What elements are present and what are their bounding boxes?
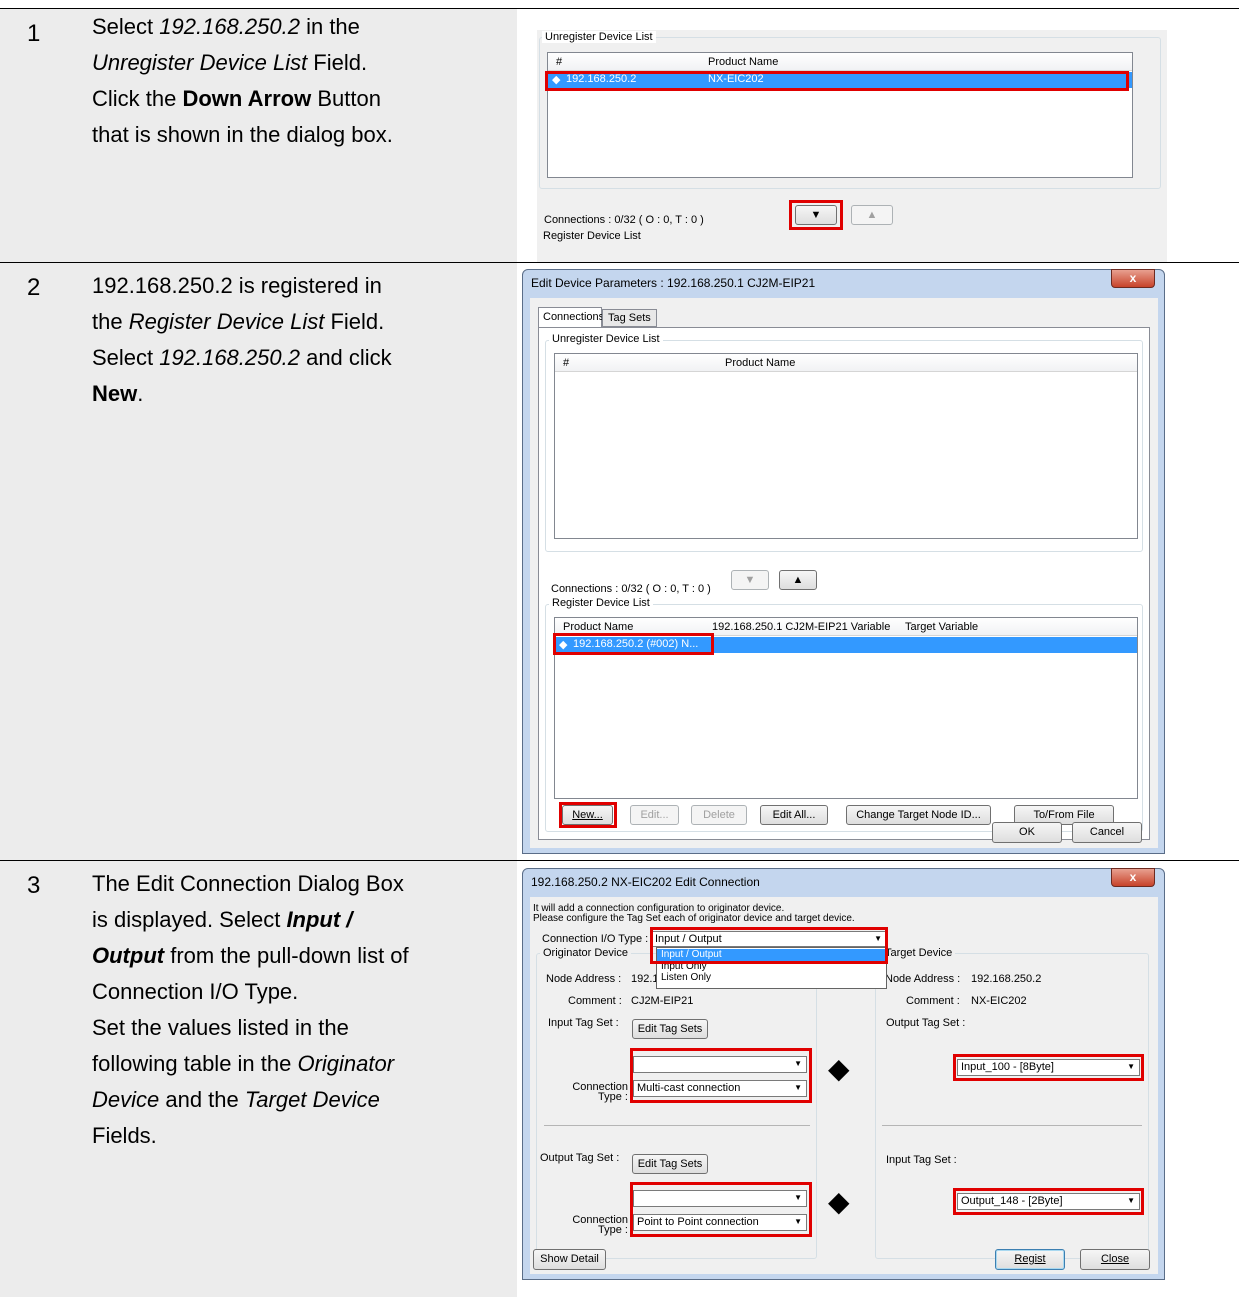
up-arrow-button[interactable]: ▲ bbox=[851, 205, 893, 225]
down-arrow-icon: ▼ bbox=[744, 574, 756, 586]
highlight-box bbox=[789, 200, 843, 230]
comment-label: Comment : bbox=[906, 995, 960, 1007]
info-line-2: Please configure the Tag Set each of ori… bbox=[533, 913, 855, 924]
cancel-button[interactable]: Cancel bbox=[1072, 822, 1142, 843]
close-button[interactable]: x bbox=[1111, 868, 1155, 887]
close-icon: x bbox=[1129, 870, 1137, 884]
comment-label: Comment : bbox=[568, 995, 622, 1007]
edit-button[interactable]: Edit... bbox=[630, 805, 679, 825]
column-originator-variable[interactable]: 192.168.250.1 CJ2M-EIP21 Variable bbox=[712, 621, 890, 633]
column-number[interactable]: # bbox=[556, 56, 562, 68]
connection-type-label: Type : bbox=[598, 1091, 628, 1103]
highlight-box bbox=[630, 1048, 812, 1103]
step-1-instructions: Select 192.168.250.2 in the Unregister D… bbox=[92, 14, 393, 147]
input-tag-set-label: Input Tag Set : bbox=[886, 1154, 957, 1166]
dropdown-option[interactable]: Listen Only bbox=[661, 972, 711, 983]
close-button[interactable]: x bbox=[1111, 269, 1155, 288]
originator-comment: CJ2M-EIP21 bbox=[631, 995, 694, 1007]
up-arrow-icon: ▲ bbox=[866, 209, 878, 221]
highlight-box bbox=[545, 71, 1129, 91]
edit-all-button[interactable]: Edit All... bbox=[760, 805, 828, 825]
highlight-box bbox=[553, 633, 714, 655]
edit-device-parameters-window: Edit Device Parameters : 192.168.250.1 C… bbox=[522, 269, 1165, 854]
tab-panel: Unregister Device List # Product Name Co… bbox=[538, 327, 1150, 840]
node-address-label: Node Address : bbox=[885, 973, 961, 985]
connection-type-label: Type : bbox=[598, 1224, 628, 1236]
delete-button[interactable]: Delete bbox=[691, 805, 747, 825]
list-header: # Product Name bbox=[548, 53, 1132, 71]
show-detail-button[interactable]: Show Detail bbox=[533, 1249, 606, 1270]
highlight-box bbox=[650, 927, 888, 964]
target-comment: NX-EIC202 bbox=[971, 995, 1027, 1007]
step-number: 1 bbox=[27, 20, 41, 47]
unregister-group-label: Unregister Device List bbox=[542, 31, 656, 43]
output-tag-set-label: Output Tag Set : bbox=[540, 1152, 620, 1164]
down-arrow-button[interactable]: ▼ bbox=[731, 570, 769, 590]
up-arrow-icon: ▲ bbox=[792, 574, 804, 586]
io-type-label: Connection I/O Type : bbox=[542, 933, 649, 945]
window-title: 192.168.250.2 NX-EIC202 Edit Connection bbox=[531, 875, 760, 889]
separator bbox=[882, 1125, 1142, 1126]
step-number-band bbox=[0, 861, 80, 1297]
step-number: 2 bbox=[27, 274, 41, 301]
register-group-label: Register Device List bbox=[549, 597, 653, 609]
column-product-name[interactable]: Product Name bbox=[708, 56, 778, 68]
column-number[interactable]: # bbox=[563, 357, 569, 369]
register-group-label: Register Device List bbox=[543, 230, 641, 242]
regist-button[interactable]: Regist bbox=[995, 1249, 1065, 1270]
edit-tag-sets-button[interactable]: Edit Tag Sets bbox=[632, 1154, 708, 1174]
step-number-band bbox=[0, 263, 80, 860]
unregister-device-list[interactable]: # Product Name bbox=[554, 353, 1138, 539]
connections-count: Connections : 0/32 ( O : 0, T : 0 ) bbox=[551, 583, 711, 595]
screenshot-unregister-list: Unregister Device List # Product Name ◆ … bbox=[537, 30, 1167, 262]
edit-tag-sets-button[interactable]: Edit Tag Sets bbox=[632, 1019, 708, 1039]
tab-connections[interactable]: Connections bbox=[538, 307, 604, 327]
originator-group-label: Originator Device bbox=[540, 947, 631, 959]
ok-button[interactable]: OK bbox=[992, 822, 1062, 843]
input-tag-set-label: Input Tag Set : bbox=[548, 1017, 619, 1029]
input-arrow-icon: ◆ bbox=[828, 1053, 850, 1084]
column-target-variable[interactable]: Target Variable bbox=[905, 621, 978, 633]
list-header: # Product Name bbox=[555, 354, 1137, 372]
edit-connection-window: 192.168.250.2 NX-EIC202 Edit Connection … bbox=[522, 868, 1165, 1280]
tab-tag-sets[interactable]: Tag Sets bbox=[602, 309, 657, 327]
close-icon: x bbox=[1129, 271, 1137, 285]
target-node-address: 192.168.250.2 bbox=[971, 973, 1042, 985]
highlight-box bbox=[953, 1054, 1144, 1081]
originator-node-address: 192.1 bbox=[631, 973, 659, 985]
highlight-box bbox=[630, 1182, 812, 1237]
node-address-label: Node Address : bbox=[546, 973, 622, 985]
change-target-node-id-button[interactable]: Change Target Node ID... bbox=[846, 805, 991, 825]
connections-count: Connections : 0/32 ( O : 0, T : 0 ) bbox=[544, 214, 704, 226]
column-product-name[interactable]: Product Name bbox=[725, 357, 795, 369]
column-product-name[interactable]: Product Name bbox=[563, 621, 633, 633]
step-2-instructions: 192.168.250.2 is registered in the Regis… bbox=[92, 273, 392, 406]
step-3-instructions: The Edit Connection Dialog Box is displa… bbox=[92, 871, 409, 1148]
separator bbox=[544, 1125, 810, 1126]
highlight-box bbox=[559, 802, 617, 828]
window-client: It will add a connection configuration t… bbox=[530, 897, 1158, 1274]
target-group-label: Target Device bbox=[882, 947, 956, 959]
output-arrow-icon: ◆ bbox=[828, 1186, 850, 1217]
output-tag-set-label: Output Tag Set : bbox=[886, 1017, 966, 1029]
close-dialog-button[interactable]: Close bbox=[1080, 1249, 1150, 1270]
highlight-box bbox=[953, 1188, 1144, 1215]
window-title: Edit Device Parameters : 192.168.250.1 C… bbox=[531, 276, 816, 290]
unregister-group-label: Unregister Device List bbox=[549, 333, 663, 345]
window-client: Connections Tag Sets Unregister Device L… bbox=[530, 298, 1158, 848]
up-arrow-button[interactable]: ▲ bbox=[779, 570, 817, 590]
step-number: 3 bbox=[27, 872, 41, 899]
